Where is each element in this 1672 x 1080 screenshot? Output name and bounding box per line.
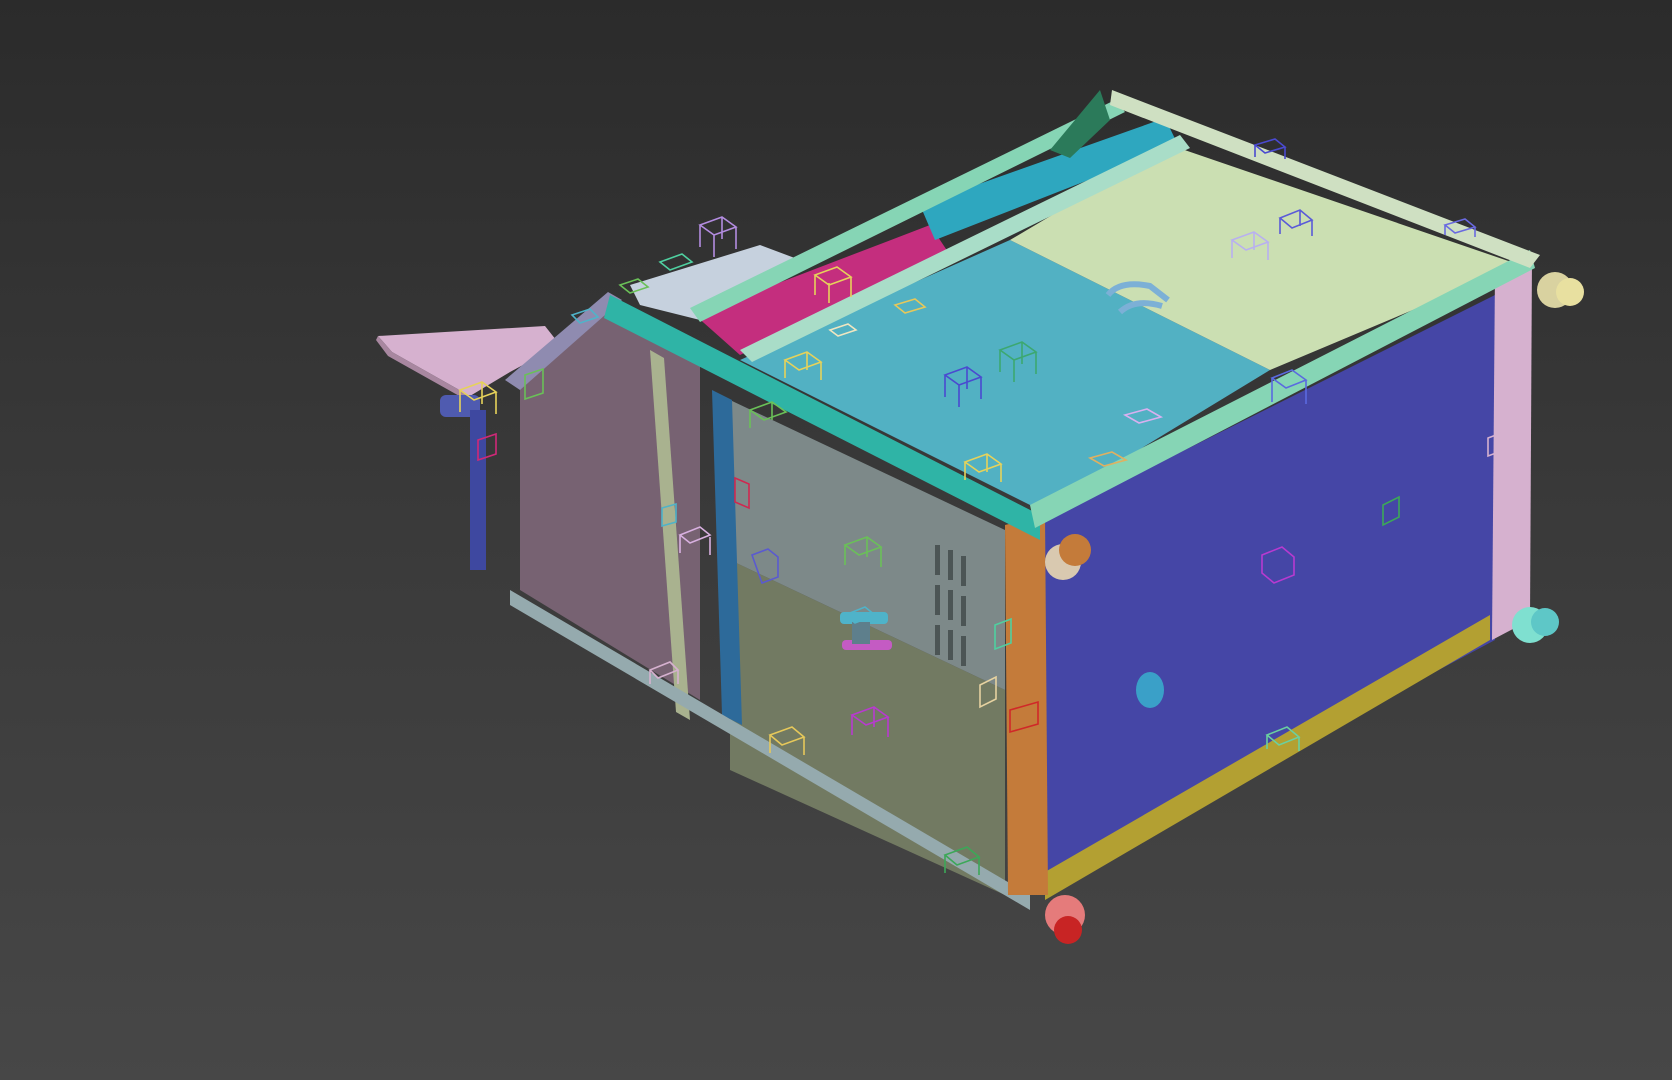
caster-wheel-icon[interactable]: [1045, 895, 1085, 944]
caster-wheel-icon[interactable]: [1537, 272, 1584, 308]
side-right-post: [1492, 255, 1532, 640]
shelf-bracket-post: [470, 410, 486, 570]
3d-viewport[interactable]: [0, 0, 1672, 1080]
caster-wheel-icon[interactable]: [1512, 607, 1559, 643]
model-scene[interactable]: [0, 0, 1672, 1080]
vent-slot-icon: [935, 545, 966, 666]
side-panel-hole: [1136, 672, 1164, 708]
